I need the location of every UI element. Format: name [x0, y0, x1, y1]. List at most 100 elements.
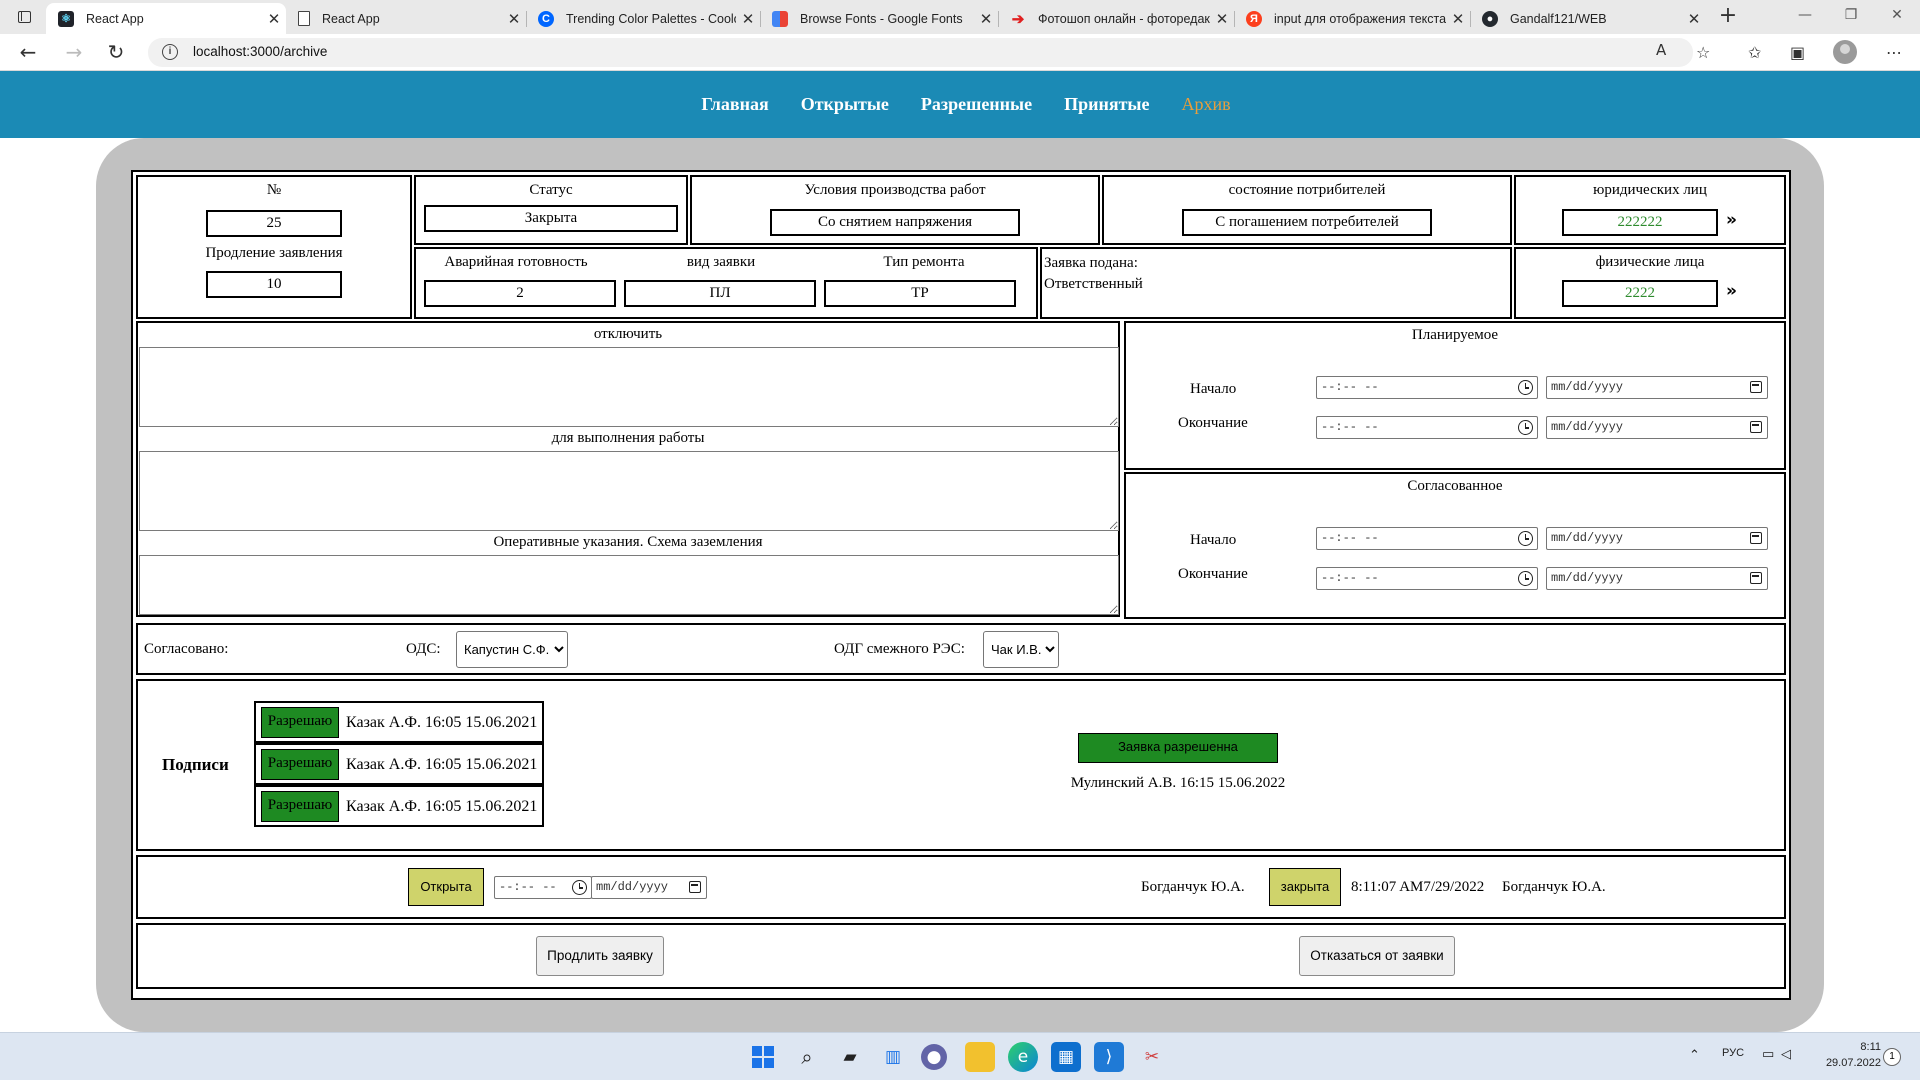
planned-end-time[interactable]: --:-- -- — [1316, 416, 1538, 439]
tab-photoshop-online[interactable]: ➔ Фотошоп онлайн - фоторедактор ✕ — [998, 3, 1234, 34]
clock-icon[interactable] — [1518, 571, 1533, 586]
more-icon[interactable]: ⋯ — [1886, 43, 1902, 62]
snipping-tool-icon[interactable]: ✂ — [1137, 1042, 1167, 1072]
open-date-input[interactable]: mm/dd/yyyy — [591, 876, 707, 899]
consumers-field[interactable]: С погашением потребителей — [1182, 209, 1432, 236]
planned-end-label: Окончание — [1178, 415, 1248, 431]
number-field[interactable]: 25 — [206, 210, 342, 237]
site-info-icon[interactable]: i — [162, 44, 178, 60]
collections-icon[interactable]: ▣ — [1790, 43, 1805, 62]
work-textarea[interactable] — [139, 451, 1119, 531]
open-button[interactable]: Открыта — [408, 868, 484, 906]
nav-accepted[interactable]: Принятые — [1064, 94, 1149, 115]
tab-coolors[interactable]: C Trending Color Palettes - Coolors ✕ — [526, 3, 760, 34]
agreed-end-date[interactable]: mm/dd/yyyy — [1546, 567, 1768, 590]
close-tab-icon[interactable]: ✕ — [262, 10, 286, 28]
extension-field[interactable]: 10 — [206, 271, 342, 298]
tab-react-app[interactable]: React App ✕ — [286, 3, 526, 34]
clock-icon[interactable] — [572, 880, 587, 895]
close-tab-icon[interactable]: ✕ — [736, 10, 760, 28]
volume-icon[interactable]: ◁ — [1781, 1047, 1791, 1062]
calendar-icon[interactable] — [689, 881, 701, 893]
widgets-icon[interactable]: ▥ — [878, 1042, 908, 1072]
double-chevron-right-icon[interactable]: » — [1726, 210, 1737, 230]
planned-start-time[interactable]: --:-- -- — [1316, 376, 1538, 399]
open-time-input[interactable]: --:-- -- — [494, 876, 592, 899]
repair-type-field[interactable]: ТР — [824, 280, 1016, 307]
emergency-field[interactable]: 2 — [424, 280, 616, 307]
tab-react-app-active[interactable]: ⚛ React App ✕ — [46, 3, 286, 34]
tab-google-fonts[interactable]: Browse Fonts - Google Fonts ✕ — [760, 3, 998, 34]
disconnect-textarea[interactable] — [139, 347, 1119, 427]
url-text[interactable]: localhost:3000/archive — [193, 44, 327, 59]
back-icon[interactable]: ← — [14, 39, 42, 65]
close-tab-icon[interactable]: ✕ — [1446, 10, 1470, 28]
allow-button[interactable]: Разрешаю — [261, 749, 339, 780]
tab-yandex[interactable]: Я input для отображения текста ✕ — [1234, 3, 1470, 34]
profile-avatar[interactable] — [1833, 40, 1857, 64]
close-tab-icon[interactable]: ✕ — [1682, 10, 1706, 28]
task-view-icon[interactable]: ▰ — [835, 1042, 865, 1072]
network-icon[interactable]: ▭ — [1762, 1047, 1774, 1062]
extend-request-button[interactable]: Продлить заявку — [536, 936, 664, 976]
chat-icon[interactable]: ● — [921, 1044, 947, 1070]
search-icon[interactable]: ⌕ — [792, 1042, 822, 1072]
reload-icon[interactable]: ↻ — [102, 39, 130, 65]
tab-actions-icon[interactable] — [10, 6, 38, 28]
minimize-icon[interactable]: — — [1782, 0, 1828, 32]
closed-button[interactable]: закрыта — [1269, 868, 1341, 906]
edge-icon[interactable]: e — [1008, 1042, 1038, 1072]
notification-badge[interactable]: 1 — [1883, 1048, 1901, 1066]
conditions-field[interactable]: Со снятием напряжения — [770, 209, 1020, 236]
status-field[interactable]: Закрыта — [424, 205, 678, 232]
add-favorite-icon[interactable]: ☆ — [1696, 43, 1710, 62]
file-explorer-icon[interactable] — [965, 1042, 995, 1072]
allow-button[interactable]: Разрешаю — [261, 791, 339, 822]
tab-github[interactable]: ● Gandalf121/WEB ✕ — [1470, 3, 1706, 34]
request-type-field[interactable]: ПЛ — [624, 280, 816, 307]
agreed-end-time[interactable]: --:-- -- — [1316, 567, 1538, 590]
individuals-field[interactable]: 2222 — [1562, 280, 1718, 307]
nav-open[interactable]: Открытые — [801, 94, 889, 115]
double-chevron-right-icon[interactable]: » — [1726, 281, 1737, 301]
planned-start-date[interactable]: mm/dd/yyyy — [1546, 376, 1768, 399]
calendar-icon[interactable] — [1750, 572, 1762, 584]
github-icon: ● — [1482, 10, 1498, 27]
status-panel: Статус Закрыта — [414, 175, 688, 245]
calendar-icon[interactable] — [1750, 381, 1762, 393]
language-indicator[interactable]: РУС — [1722, 1047, 1744, 1059]
chevron-up-icon[interactable]: ⌃ — [1689, 1047, 1700, 1063]
favorites-icon[interactable]: ✩ — [1748, 43, 1761, 62]
forward-icon[interactable]: → — [60, 39, 88, 65]
agreed-start-time[interactable]: --:-- -- — [1316, 527, 1538, 550]
calendar-icon[interactable] — [1750, 421, 1762, 433]
ods-select[interactable]: Капустин С.Ф. — [456, 631, 568, 668]
calendar-icon[interactable] — [1750, 532, 1762, 544]
clock-icon[interactable] — [1518, 380, 1533, 395]
legal-entities-field[interactable]: 222222 — [1562, 209, 1718, 236]
start-icon[interactable] — [748, 1042, 778, 1072]
store-icon[interactable]: ▦ — [1051, 1042, 1081, 1072]
close-tab-icon[interactable]: ✕ — [974, 10, 998, 28]
refuse-request-button[interactable]: Отказаться от заявки — [1299, 936, 1455, 976]
clock-icon[interactable] — [1518, 531, 1533, 546]
agreed-start-label: Начало — [1190, 532, 1237, 548]
nav-archive[interactable]: Архив — [1181, 94, 1230, 115]
odg-select[interactable]: Чак И.В. — [983, 631, 1059, 668]
close-tab-icon[interactable]: ✕ — [502, 10, 526, 28]
url-box[interactable]: i localhost:3000/archive A — [148, 38, 1693, 67]
vscode-icon[interactable]: ⟩ — [1094, 1042, 1124, 1072]
nav-allowed[interactable]: Разрешенные — [921, 94, 1032, 115]
close-tab-icon[interactable]: ✕ — [1210, 10, 1234, 28]
restore-icon[interactable]: ❐ — [1828, 0, 1874, 32]
planned-end-date[interactable]: mm/dd/yyyy — [1546, 416, 1768, 439]
nav-home[interactable]: Главная — [701, 94, 768, 115]
read-aloud-icon[interactable]: A — [1656, 41, 1666, 59]
system-clock[interactable]: 8:11 29.07.2022 — [1815, 1039, 1881, 1071]
close-window-icon[interactable]: ✕ — [1874, 0, 1920, 32]
new-tab-icon[interactable]: + — [1714, 3, 1742, 31]
allow-button[interactable]: Разрешаю — [261, 707, 339, 738]
agreed-start-date[interactable]: mm/dd/yyyy — [1546, 527, 1768, 550]
clock-icon[interactable] — [1518, 420, 1533, 435]
instructions-textarea[interactable] — [139, 555, 1119, 615]
